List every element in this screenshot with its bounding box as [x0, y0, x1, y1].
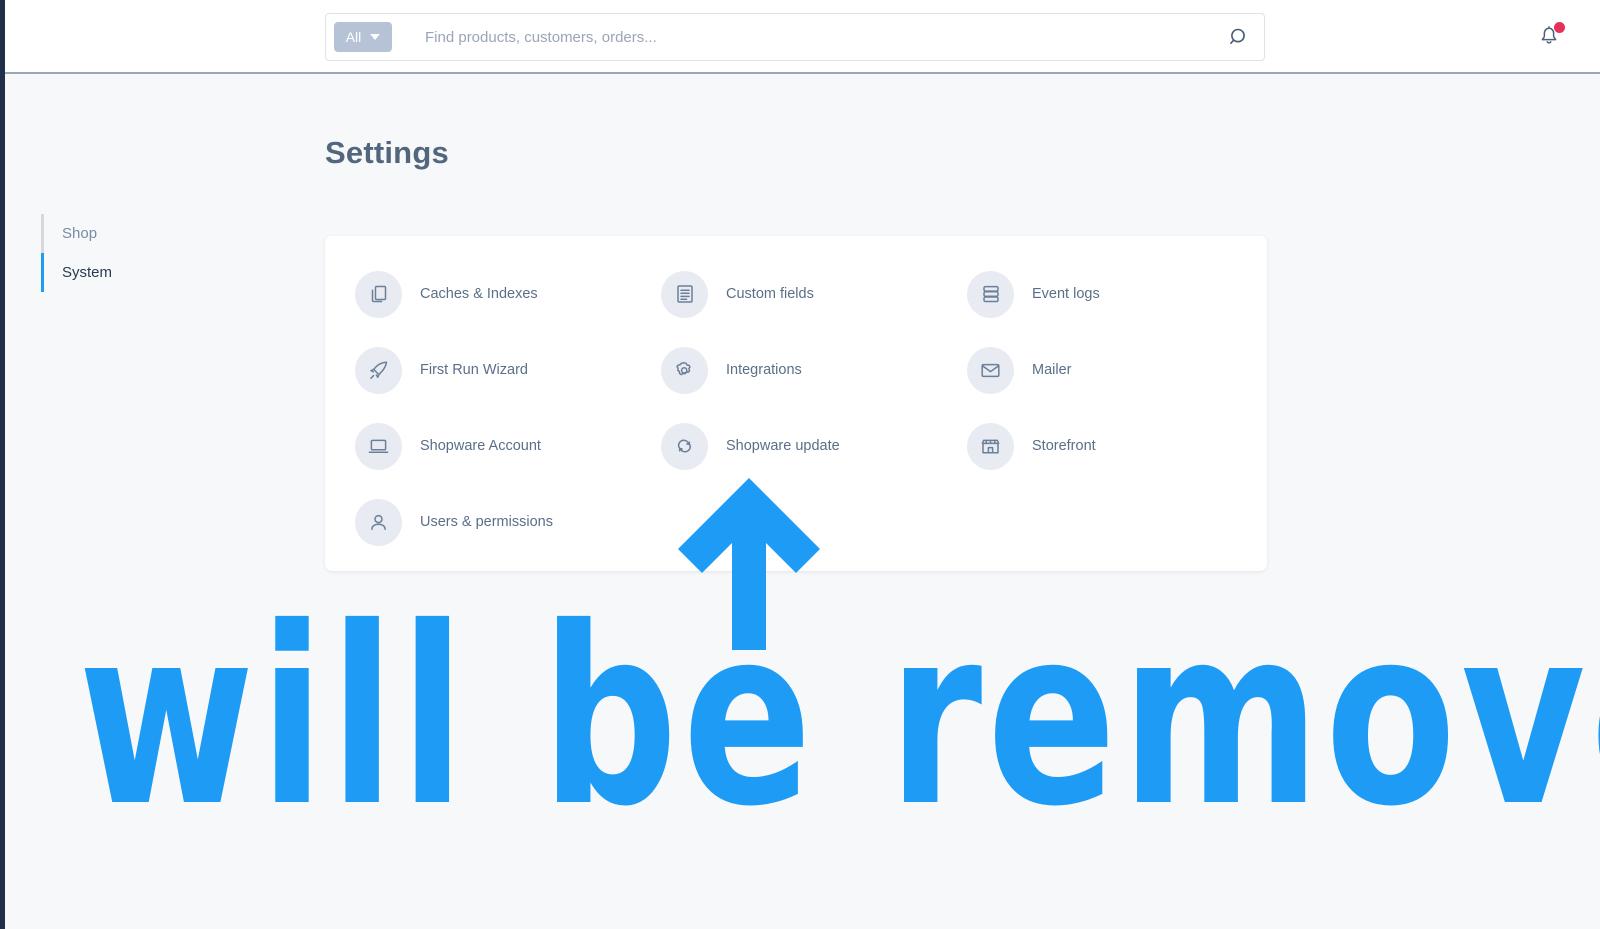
- sidebar-item-label: System: [62, 264, 113, 281]
- sidebar-rail: [0, 0, 5, 929]
- envelope-icon: [967, 346, 1014, 394]
- setting-item-label: Event logs: [1032, 286, 1100, 302]
- setting-item-label: Custom fields: [726, 286, 814, 302]
- copy-documents-icon: [355, 270, 402, 318]
- setting-item-users-permissions[interactable]: Users & permissions: [337, 484, 643, 560]
- gear-icon: [661, 346, 708, 394]
- setting-item-shopware-account[interactable]: Shopware Account: [337, 408, 643, 484]
- setting-item-label: Users & permissions: [420, 514, 553, 530]
- setting-item-storefront[interactable]: Storefront: [949, 408, 1255, 484]
- setting-item-custom-fields[interactable]: Custom fields: [643, 256, 949, 332]
- setting-item-shopware-update[interactable]: Shopware update: [643, 408, 949, 484]
- database-stack-icon: [967, 270, 1014, 318]
- search-scope-dropdown[interactable]: All: [334, 22, 392, 52]
- notifications-button[interactable]: [1536, 22, 1566, 52]
- sidebar-item-shop[interactable]: Shop: [41, 214, 251, 253]
- settings-nav: Shop System: [41, 214, 251, 292]
- setting-item-label: Mailer: [1032, 362, 1072, 378]
- global-search-bar[interactable]: All: [325, 13, 1265, 61]
- laptop-icon: [355, 422, 402, 470]
- chevron-down-icon: [370, 34, 381, 40]
- person-icon: [355, 498, 402, 546]
- setting-item-integrations[interactable]: Integrations: [643, 332, 949, 408]
- page-title: Settings: [325, 135, 449, 170]
- search-input[interactable]: [392, 28, 1229, 46]
- page-content: Settings Shop System Caches & Indexes Cu…: [5, 76, 1600, 929]
- sidebar-item-system[interactable]: System: [41, 253, 251, 292]
- rocket-icon: [355, 346, 402, 394]
- setting-item-event-logs[interactable]: Event logs: [949, 256, 1255, 332]
- sidebar-item-label: Shop: [62, 225, 98, 242]
- setting-item-caches-indexes[interactable]: Caches & Indexes: [337, 256, 643, 332]
- refresh-sync-icon: [661, 422, 708, 470]
- setting-item-mailer[interactable]: Mailer: [949, 332, 1255, 408]
- setting-item-label: Shopware update: [726, 438, 840, 454]
- notification-badge-dot: [1554, 22, 1565, 33]
- settings-card: Caches & Indexes Custom fields Event log…: [325, 236, 1267, 571]
- search-scope-label: All: [345, 29, 362, 45]
- settings-grid: Caches & Indexes Custom fields Event log…: [325, 256, 1267, 560]
- app-header: All: [5, 0, 1600, 74]
- setting-item-first-run-wizard[interactable]: First Run Wizard: [337, 332, 643, 408]
- setting-item-label: Integrations: [726, 362, 802, 378]
- setting-item-label: First Run Wizard: [420, 362, 528, 378]
- storefront-icon: [967, 422, 1014, 470]
- document-lines-icon: [661, 270, 708, 318]
- setting-item-label: Shopware Account: [420, 438, 541, 454]
- search-icon[interactable]: [1229, 27, 1250, 48]
- setting-item-label: Caches & Indexes: [420, 286, 538, 302]
- setting-item-label: Storefront: [1032, 438, 1096, 454]
